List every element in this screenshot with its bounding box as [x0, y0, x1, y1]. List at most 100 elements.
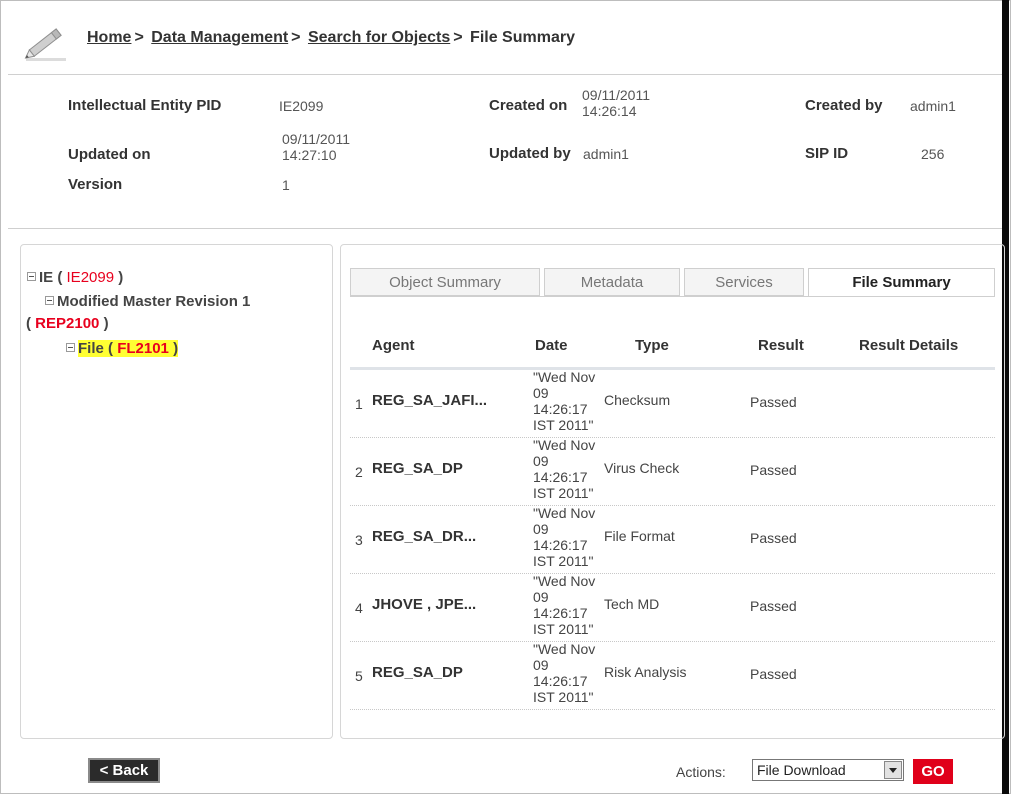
row-result: Passed: [750, 530, 797, 546]
row-number: 3: [355, 532, 363, 548]
row-number: 5: [355, 668, 363, 684]
tree-node-ie-label: IE (: [39, 269, 63, 286]
row-type: File Format: [604, 528, 675, 544]
row-agent: REG_SA_JAFI...: [372, 392, 488, 409]
collapse-icon[interactable]: [27, 272, 36, 281]
tab-file-summary[interactable]: File Summary: [808, 268, 995, 296]
row-result: Passed: [750, 394, 797, 410]
back-button[interactable]: < Back: [88, 758, 160, 783]
tree-node-ie[interactable]: IE ( IE2099 ): [27, 269, 123, 286]
row-date-line: "Wed Nov: [533, 437, 596, 453]
row-date-line: IST 2011": [533, 553, 594, 569]
updated-by-value: admin1: [583, 146, 629, 162]
tab-object-summary[interactable]: Object Summary: [350, 268, 540, 296]
tree-node-file-close: ): [173, 340, 179, 357]
row-date-line: 09 14:26:17: [533, 453, 588, 485]
row-number: 4: [355, 600, 363, 616]
divider: [8, 74, 1002, 75]
table-row[interactable]: 1 REG_SA_JAFI... "Wed Nov 09 14:26:17 IS…: [350, 369, 995, 438]
row-date-line: 09 14:26:17: [533, 657, 588, 689]
updated-by-label: Updated by: [489, 145, 571, 162]
breadcrumb-separator: >: [453, 29, 463, 46]
breadcrumb-separator: >: [291, 29, 301, 46]
breadcrumb-search-for-objects[interactable]: Search for Objects: [308, 29, 450, 46]
tree-node-representation[interactable]: Modified Master Revision 1: [45, 293, 250, 310]
row-date-line: 09 14:26:17: [533, 521, 588, 553]
actions-label: Actions:: [676, 764, 726, 780]
tab-bar: Object Summary Metadata Services File Su…: [350, 268, 995, 296]
row-date-line: IST 2011": [533, 621, 594, 637]
divider: [8, 228, 1002, 229]
column-header-agent[interactable]: Agent: [372, 337, 415, 354]
row-number: 1: [355, 396, 363, 412]
updated-on-time: 14:27:10: [282, 147, 337, 163]
tree-node-file-label: File (: [78, 340, 114, 357]
go-button[interactable]: GO: [913, 759, 953, 784]
row-number: 2: [355, 464, 363, 480]
tab-metadata[interactable]: Metadata: [544, 268, 680, 296]
row-date-line: 09 14:26:17: [533, 385, 588, 417]
tree-node-file-pid: FL2101: [117, 340, 169, 357]
breadcrumb-separator: >: [134, 29, 144, 46]
tree-node-ie-pid: IE2099: [66, 269, 115, 286]
row-type: Risk Analysis: [604, 664, 687, 680]
sip-id-label: SIP ID: [805, 145, 849, 162]
row-date: "Wed Nov 09 14:26:17 IST 2011": [533, 641, 603, 705]
breadcrumb-home[interactable]: Home: [87, 29, 131, 46]
row-type: Virus Check: [604, 460, 680, 476]
row-date-line: "Wed Nov: [533, 573, 596, 589]
column-header-type[interactable]: Type: [635, 337, 669, 354]
tree-node-file[interactable]: File ( FL2101 ): [66, 340, 179, 357]
version-value: 1: [282, 177, 290, 193]
created-on-label: Created on: [489, 97, 568, 114]
divider: [350, 296, 995, 297]
tab-services[interactable]: Services: [684, 268, 804, 296]
table-row[interactable]: 4 JHOVE , JPE... "Wed Nov 09 14:26:17 IS…: [350, 573, 995, 642]
collapse-icon[interactable]: [45, 296, 54, 305]
row-agent: REG_SA_DP: [372, 460, 463, 477]
breadcrumb-current: File Summary: [470, 29, 575, 46]
ie-pid-label: Intellectual Entity PID: [68, 97, 222, 114]
column-header-result-details[interactable]: Result Details: [859, 337, 958, 354]
tree-node-rep-label: Modified Master Revision 1: [57, 293, 251, 310]
tree-node-rep-id: ( REP2100 ): [26, 315, 109, 332]
row-result: Passed: [750, 666, 797, 682]
row-date-line: "Wed Nov: [533, 369, 596, 385]
breadcrumb: Home > Data Management > Search for Object…: [87, 29, 575, 47]
row-date: "Wed Nov 09 14:26:17 IST 2011": [533, 505, 603, 569]
row-date-line: 09 14:26:17: [533, 589, 588, 621]
row-result: Passed: [750, 598, 797, 614]
row-date-line: IST 2011": [533, 417, 594, 433]
table-header: Agent Date Type Result Result Details: [350, 327, 995, 367]
row-agent: JHOVE , JPE...: [372, 596, 477, 613]
collapse-icon[interactable]: [66, 343, 75, 352]
row-date: "Wed Nov 09 14:26:17 IST 2011": [533, 573, 603, 637]
row-agent: REG_SA_DR...: [372, 528, 477, 545]
row-date: "Wed Nov 09 14:26:17 IST 2011": [533, 369, 603, 433]
pencil-icon: [24, 28, 66, 61]
updated-on-label: Updated on: [68, 146, 151, 163]
row-type: Checksum: [604, 392, 671, 408]
version-label: Version: [68, 176, 123, 193]
column-header-date[interactable]: Date: [535, 337, 568, 354]
created-on-date: 09/11/2011: [582, 87, 650, 103]
sip-id-value: 256: [921, 146, 945, 162]
actions-select-value: File Download: [757, 762, 846, 778]
column-header-result[interactable]: Result: [758, 337, 804, 354]
breadcrumb-data-management[interactable]: Data Management: [151, 29, 288, 46]
row-type: Tech MD: [604, 596, 660, 612]
table-row[interactable]: 3 REG_SA_DR... "Wed Nov 09 14:26:17 IST …: [350, 505, 995, 574]
dropdown-arrow-icon[interactable]: [884, 761, 902, 779]
row-agent: REG_SA_DP: [372, 664, 463, 681]
ie-pid-value: IE2099: [279, 98, 324, 114]
row-date-line: "Wed Nov: [533, 505, 596, 521]
actions-select[interactable]: File Download: [752, 759, 904, 781]
tree-node-rep-open: (: [26, 315, 31, 332]
tree-node-rep-pid: REP2100: [35, 315, 100, 332]
table-row[interactable]: 5 REG_SA_DP "Wed Nov 09 14:26:17 IST 201…: [350, 641, 995, 710]
tree-node-ie-close: ): [118, 269, 124, 286]
row-date: "Wed Nov 09 14:26:17 IST 2011": [533, 437, 603, 501]
tree-node-file-selected[interactable]: File ( FL2101 ): [78, 340, 179, 357]
table-row[interactable]: 2 REG_SA_DP "Wed Nov 09 14:26:17 IST 201…: [350, 437, 995, 506]
row-date-line: "Wed Nov: [533, 641, 596, 657]
